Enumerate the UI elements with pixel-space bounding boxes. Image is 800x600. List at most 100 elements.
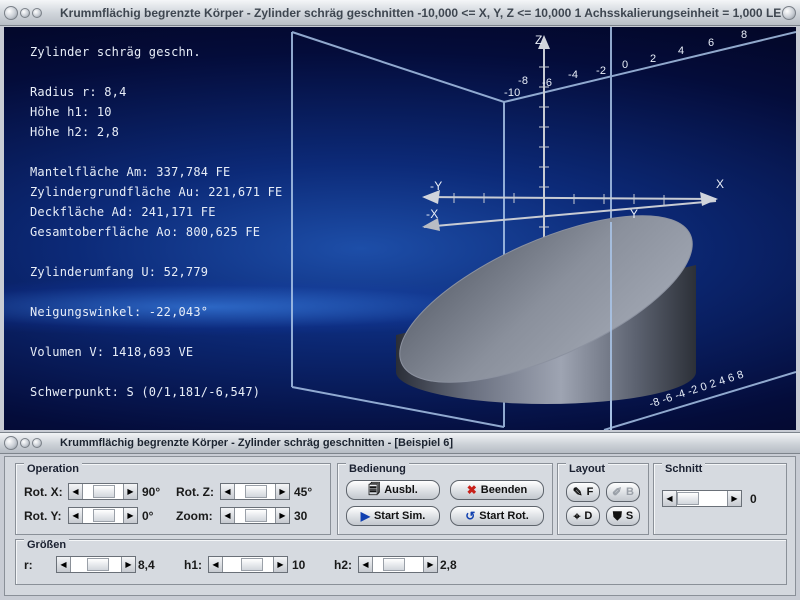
start-rot-label: Start Rot.	[479, 510, 529, 522]
schnitt-value: 0	[750, 492, 757, 506]
schnitt-scrollbar[interactable]: ◀ ▶	[662, 490, 742, 507]
scroll-thumb[interactable]	[93, 509, 115, 522]
scroll-thumb[interactable]	[93, 485, 115, 498]
info-gesamtoberflaeche: Gesamtoberfläche Ao: 800,625 FE	[30, 225, 261, 239]
scroll-right-icon[interactable]: ▶	[123, 508, 137, 523]
panel-minimize-button[interactable]	[20, 438, 30, 448]
rot-y-scrollbar[interactable]: ◀ ▶	[68, 507, 138, 524]
hide-icon: 🗐	[368, 481, 381, 496]
title-bar: Krummflächig begrenzte Körper - Zylinder…	[0, 0, 800, 26]
layout-s-button[interactable]: ⛊ S	[606, 506, 640, 526]
r-value: 8,4	[138, 558, 155, 572]
tick-label: -8	[518, 75, 529, 87]
info-grundflaeche: Zylindergrundfläche Au: 221,671 FE	[30, 185, 283, 199]
minimize-button[interactable]	[20, 7, 30, 18]
scroll-thumb[interactable]	[677, 492, 699, 505]
rot-z-label: Rot. Z:	[176, 485, 214, 499]
scroll-right-icon[interactable]: ▶	[423, 557, 437, 572]
control-panel: Operation Rot. X: ◀ ▶ 90° Rot. Y: ◀ ▶ 0°…	[4, 456, 796, 596]
scroll-thumb[interactable]	[241, 558, 263, 571]
panel-menu-button[interactable]	[4, 436, 18, 450]
scroll-thumb[interactable]	[383, 558, 405, 571]
tick-label: -2	[596, 65, 607, 77]
3d-viewport[interactable]: Z X -Y -X Y -10 -8 -6 -4 -2 0 2 4 6 8 -8…	[4, 27, 796, 430]
info-umfang: Zylinderumfang U: 52,779	[30, 265, 209, 279]
close-button[interactable]	[782, 5, 796, 20]
panel-window-title: Krummflächig begrenzte Körper - Zylinder…	[60, 437, 454, 449]
layout-d-label: D	[584, 510, 593, 522]
info-volumen: Volumen V: 1418,693 VE	[30, 345, 194, 359]
tick-label: -10	[504, 87, 521, 99]
layout-d-button[interactable]: ⌖ D	[566, 506, 600, 526]
scroll-right-icon[interactable]: ▶	[123, 484, 137, 499]
scroll-right-icon[interactable]: ▶	[727, 491, 741, 506]
scroll-right-icon[interactable]: ▶	[275, 508, 289, 523]
scroll-left-icon[interactable]: ◀	[221, 484, 235, 499]
neg-x-axis-label: -X	[426, 207, 439, 221]
ausblenden-button[interactable]: 🗐 Ausbl.	[346, 480, 440, 500]
layout-title: Layout	[566, 463, 609, 475]
crosshair-icon: ⌖	[573, 508, 581, 523]
layout-f-button[interactable]: ✎ F	[566, 482, 600, 502]
scroll-left-icon[interactable]: ◀	[69, 508, 83, 523]
tick-label: -4	[568, 69, 579, 81]
layout-s-label: S	[625, 510, 634, 522]
rot-x-value: 90°	[142, 485, 161, 499]
rot-z-scrollbar[interactable]: ◀ ▶	[220, 483, 290, 500]
scroll-right-icon[interactable]: ▶	[273, 557, 287, 572]
scroll-right-icon[interactable]: ▶	[121, 557, 135, 572]
zoom-label: Zoom:	[176, 509, 213, 523]
play-icon: ▶	[360, 509, 370, 523]
scroll-thumb[interactable]	[87, 558, 109, 571]
tick-label: 4	[678, 45, 685, 57]
rot-x-scrollbar[interactable]: ◀ ▶	[68, 483, 138, 500]
info-radius: Radius r: 8,4	[30, 85, 127, 99]
z-axis-label: Z	[535, 33, 543, 47]
info-hoehe-h2: Höhe h2: 2,8	[30, 125, 120, 139]
x-axis-label: X	[716, 177, 725, 191]
scroll-right-icon[interactable]: ▶	[275, 484, 289, 499]
layout-b-button[interactable]: ✐ B	[606, 482, 640, 502]
window-menu-button[interactable]	[4, 5, 18, 20]
y-axis-label: Y	[630, 207, 639, 221]
scroll-left-icon[interactable]: ◀	[359, 557, 373, 572]
ausblenden-label: Ausbl.	[384, 484, 418, 496]
info-schwerpunkt: Schwerpunkt: S (0/1,181/-6,547)	[30, 385, 261, 399]
h2-label: h2:	[334, 558, 352, 572]
scroll-left-icon[interactable]: ◀	[209, 557, 223, 572]
brush-icon: ✐	[611, 485, 623, 499]
start-sim-label: Start Sim.	[373, 510, 426, 522]
pen-icon: ✎	[572, 485, 583, 499]
scroll-thumb[interactable]	[245, 485, 267, 498]
tick-label: 6	[708, 37, 715, 49]
h1-value: 10	[292, 558, 306, 572]
panel-title-bar: Krummflächig begrenzte Körper - Zylinder…	[0, 432, 800, 454]
scroll-left-icon[interactable]: ◀	[69, 484, 83, 499]
zoom-scrollbar[interactable]: ◀ ▶	[220, 507, 290, 524]
maximize-button[interactable]	[32, 7, 42, 18]
r-scrollbar[interactable]: ◀ ▶	[56, 556, 136, 573]
h2-value: 2,8	[440, 558, 457, 572]
schnitt-group: Schnitt ◀ ▶ 0	[653, 463, 787, 535]
r-label: r:	[24, 558, 33, 572]
rot-y-value: 0°	[142, 509, 154, 523]
operation-title: Operation	[24, 463, 82, 475]
info-neigungswinkel: Neigungswinkel: -22,043°	[30, 305, 209, 319]
h1-scrollbar[interactable]: ◀ ▶	[208, 556, 288, 573]
start-sim-button[interactable]: ▶ Start Sim.	[346, 506, 440, 526]
tick-label: 8	[741, 29, 748, 41]
scroll-left-icon[interactable]: ◀	[663, 491, 677, 506]
schnitt-title: Schnitt	[662, 463, 706, 475]
beenden-label: Beenden	[480, 484, 528, 496]
start-rot-button[interactable]: ↺ Start Rot.	[450, 506, 544, 526]
scroll-left-icon[interactable]: ◀	[57, 557, 71, 572]
beenden-button[interactable]: ✖ Beenden	[450, 480, 544, 500]
h2-scrollbar[interactable]: ◀ ▶	[358, 556, 438, 573]
paint-bucket-icon: ⛊	[612, 508, 622, 523]
bedienung-title: Bedienung	[346, 463, 409, 475]
h1-label: h1:	[184, 558, 202, 572]
layout-f-label: F	[586, 486, 594, 498]
scroll-left-icon[interactable]: ◀	[221, 508, 235, 523]
panel-maximize-button[interactable]	[32, 438, 42, 448]
scroll-thumb[interactable]	[245, 509, 267, 522]
